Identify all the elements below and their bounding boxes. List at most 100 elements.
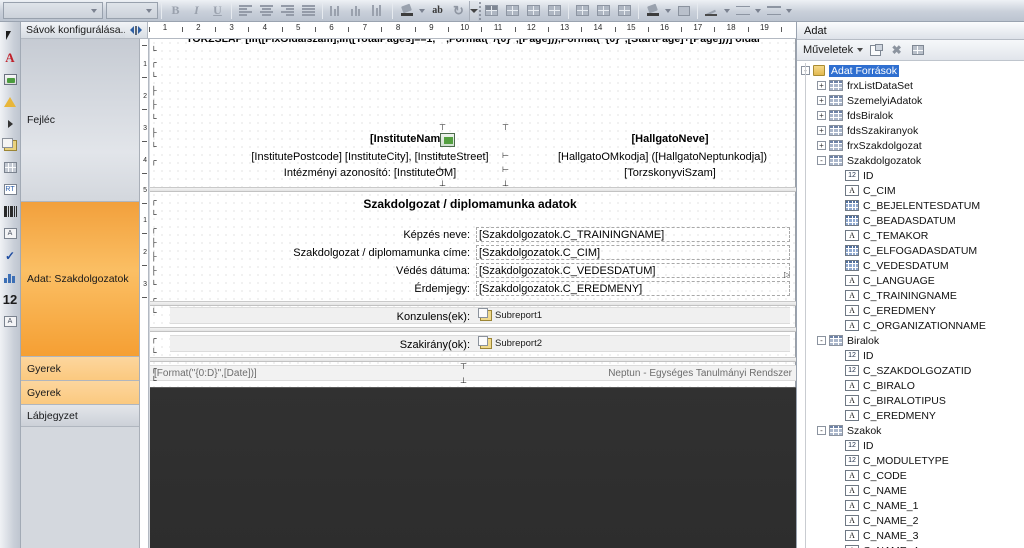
border-width-dropdown-icon[interactable] bbox=[786, 8, 792, 13]
table-properties-button[interactable] bbox=[615, 1, 634, 20]
tree-szakok-c-name[interactable]: A C_NAME bbox=[797, 483, 1024, 498]
subreport-konzulensek-label[interactable]: Konzulens(ek): bbox=[350, 311, 470, 323]
subreport-szakiranyok-label[interactable]: Szakirány(ok): bbox=[350, 339, 470, 351]
barcode-tool-button[interactable] bbox=[1, 201, 20, 222]
chevron-down-icon[interactable] bbox=[857, 48, 864, 52]
band-gyerek-2[interactable]: Gyerek bbox=[21, 381, 139, 405]
shape-menu-button[interactable] bbox=[1, 113, 20, 134]
nav-right-icon[interactable] bbox=[138, 26, 142, 34]
field-kepzes-neve-label[interactable]: Képzés neve: bbox=[310, 229, 470, 241]
font-color-button[interactable] bbox=[397, 1, 416, 20]
tree-szakok-c-name-1[interactable]: A C_NAME_1 bbox=[797, 498, 1024, 513]
tree-biralok-c-eredmeny[interactable]: A C_EREDMENY bbox=[797, 408, 1024, 423]
tree-szakdolgozatok-c-eredmeny[interactable]: A C_EREDMENY bbox=[797, 303, 1024, 318]
student-torzskonyv[interactable]: [TorzskonyviSzam] bbox=[550, 167, 790, 179]
tree-biralok-c-szakdolgozatid[interactable]: 12 C_SZAKDOLGOZATID bbox=[797, 363, 1024, 378]
nav-left-icon[interactable] bbox=[130, 26, 134, 34]
field-szakdolgozat-cime-label[interactable]: Szakdolgozat / diplomamunka címe: bbox=[230, 247, 470, 259]
field-szakdolgozat-cime-value[interactable]: [Szakdolgozatok.C_CIM] bbox=[479, 247, 600, 259]
valign-top-button[interactable] bbox=[327, 1, 346, 20]
background-button[interactable] bbox=[674, 1, 693, 20]
text-tool-button[interactable]: A bbox=[1, 47, 20, 68]
student-codes[interactable]: [HallgatoOMkodja] ([HallgatoNeptunkodja]… bbox=[530, 151, 795, 163]
tree-szakdolgozatok-c-organizationname[interactable]: A C_ORGANIZATIONNAME bbox=[797, 318, 1024, 333]
font-size-combo[interactable] bbox=[106, 2, 158, 19]
new-datasource-button[interactable] bbox=[867, 43, 884, 58]
vertical-ruler[interactable]: 1 2 3 4 5 1 2 3 bbox=[140, 39, 149, 548]
subreport-tool-button[interactable] bbox=[1, 135, 20, 156]
tree-szakdolgozatok-c-vedesdatum[interactable]: C_VEDESDATUM bbox=[797, 258, 1024, 273]
delete-column-button[interactable] bbox=[594, 1, 613, 20]
align-right-button[interactable] bbox=[278, 1, 297, 20]
tree-szakdolgozatok-c-language[interactable]: A C_LANGUAGE bbox=[797, 273, 1024, 288]
bold-button[interactable]: B bbox=[166, 1, 185, 20]
picture-tool-button[interactable] bbox=[1, 69, 20, 90]
chart-tool-button[interactable] bbox=[1, 267, 20, 288]
fill-color-button[interactable] bbox=[643, 1, 662, 20]
band-labjegyzet[interactable]: Lábjegyzet bbox=[21, 405, 139, 427]
border-color-button[interactable] bbox=[702, 1, 721, 20]
fill-color-dropdown-icon[interactable] bbox=[665, 8, 671, 13]
border-style-dropdown-icon[interactable] bbox=[755, 8, 761, 13]
checkbox-label-tool-button[interactable]: A bbox=[1, 223, 20, 244]
tree-szemelyiadatok[interactable]: + SzemelyiAdatok bbox=[797, 93, 1024, 108]
tree-szakdolgozatok-id[interactable]: 12 ID bbox=[797, 168, 1024, 183]
table-tool-button[interactable] bbox=[1, 157, 20, 178]
select-tool-button[interactable] bbox=[1, 25, 20, 46]
merge-cells-button[interactable] bbox=[545, 1, 564, 20]
tree-frxlistdataset[interactable]: + frxListDataSet bbox=[797, 78, 1024, 93]
collapse-icon[interactable]: - bbox=[817, 336, 826, 345]
tree-szakdolgozatok[interactable]: - Szakdolgozatok bbox=[797, 153, 1024, 168]
toolbar-grip[interactable] bbox=[478, 1, 481, 20]
border-width-button[interactable] bbox=[764, 1, 783, 20]
institute-name[interactable]: [InstituteName] bbox=[310, 133, 510, 145]
delete-row-button[interactable] bbox=[573, 1, 592, 20]
shape-tool-button[interactable] bbox=[1, 91, 20, 112]
institute-om[interactable]: Intézményi azonosító: [InstituteOM] bbox=[160, 167, 580, 179]
highlight-button[interactable]: ab bbox=[428, 1, 447, 20]
delete-datasource-button[interactable]: ✖ bbox=[888, 43, 905, 58]
valign-middle-button[interactable] bbox=[348, 1, 367, 20]
field-vedes-datuma-label[interactable]: Védés dátuma: bbox=[310, 265, 470, 277]
align-justify-button[interactable] bbox=[299, 1, 318, 20]
student-name[interactable]: [HallgatoNeve] bbox=[550, 133, 790, 145]
checkbox-tool-button[interactable]: ✓ bbox=[1, 245, 20, 266]
design-surface[interactable]: 1 2 3 4 5 1 2 3 TORZSLAP [IIf([FixOldalszam],II… bbox=[140, 39, 796, 548]
undo-button[interactable]: ↻ bbox=[449, 1, 468, 20]
underline-button[interactable]: U bbox=[208, 1, 227, 20]
logo-image-placeholder[interactable] bbox=[440, 133, 455, 147]
page-number-tool-button[interactable]: 12 bbox=[1, 289, 20, 310]
report-page-canvas[interactable]: TORZSLAP [IIf([FixOldalszam],IIf([TotalP… bbox=[150, 39, 796, 387]
tree-adat-forrasok[interactable]: -Adat Források bbox=[797, 63, 1024, 78]
expand-icon[interactable]: + bbox=[817, 111, 826, 120]
tree-biralok-c-biralotipus[interactable]: A C_BIRALOTIPUS bbox=[797, 393, 1024, 408]
field-erdemjegy-label[interactable]: Érdemjegy: bbox=[310, 283, 470, 295]
align-center-button[interactable] bbox=[257, 1, 276, 20]
section-title[interactable]: Szakdolgozat / diplomamunka adatok bbox=[150, 197, 790, 211]
tree-szakok-c-name-3[interactable]: A C_NAME_3 bbox=[797, 528, 1024, 543]
tree-fdsbiralok[interactable]: + fdsBiralok bbox=[797, 108, 1024, 123]
tree-szakdolgozatok-c-temakor[interactable]: A C_TEMAKOR bbox=[797, 228, 1024, 243]
tree-szakok-id[interactable]: 12 ID bbox=[797, 438, 1024, 453]
actions-menu-label[interactable]: Műveletek bbox=[803, 44, 853, 56]
tree-szakdolgozatok-c-elfogadasdatum[interactable]: C_ELFOGADASDATUM bbox=[797, 243, 1024, 258]
subreport-konzulensek[interactable]: Subreport1 bbox=[478, 308, 542, 321]
field-kepzes-neve-value[interactable]: [Szakdolgozatok.C_TRAININGNAME] bbox=[479, 229, 664, 241]
institute-address[interactable]: [InstitutePostcode] [InstituteCity], [In… bbox=[160, 151, 580, 163]
font-color-dropdown-icon[interactable] bbox=[419, 8, 425, 13]
subreport-szakiranyok[interactable]: Subreport2 bbox=[478, 336, 542, 349]
font-family-combo[interactable] bbox=[3, 2, 103, 19]
footer-right[interactable]: Neptun - Egységes Tanulmányi Rendszer bbox=[530, 368, 792, 379]
toolbar-overflow-button[interactable] bbox=[469, 0, 478, 21]
tree-szakdolgozatok-c-cim[interactable]: A C_CIM bbox=[797, 183, 1024, 198]
tree-szakdolgozatok-c-trainingname[interactable]: A C_TRAININGNAME bbox=[797, 288, 1024, 303]
band-fejlec[interactable]: Fejléc bbox=[21, 39, 139, 202]
page-header-expression[interactable]: TORZSLAP [IIf([FixOldalszam],IIf([TotalP… bbox=[150, 39, 796, 57]
valign-bottom-button[interactable] bbox=[369, 1, 388, 20]
tree-biralok[interactable]: - Biralok bbox=[797, 333, 1024, 348]
footer-left[interactable]: [Format("{0:D}",[Date])] bbox=[154, 368, 257, 379]
tree-fdsszakiranyok[interactable]: + fdsSzakiranyok bbox=[797, 123, 1024, 138]
italic-button[interactable]: I bbox=[187, 1, 206, 20]
zipcode-tool-button[interactable]: A bbox=[1, 311, 20, 332]
tree-szakok-c-name-4[interactable]: AC_NAME_4 bbox=[797, 543, 1024, 548]
